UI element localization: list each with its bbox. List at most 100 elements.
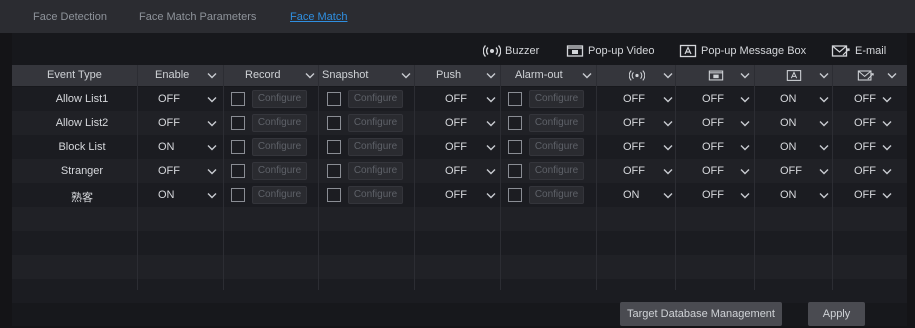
chevron-down-icon[interactable]	[663, 120, 673, 127]
snapshot-configure-button[interactable]: Configure	[348, 162, 403, 180]
popup-video-select-value[interactable]: OFF	[702, 141, 724, 153]
alarm-out-checkbox[interactable]	[508, 188, 522, 202]
enable-select-value[interactable]: ON	[158, 141, 175, 153]
chevron-down-icon[interactable]	[882, 168, 892, 175]
buzzer-select-value[interactable]: OFF	[623, 141, 645, 153]
chevron-down-icon[interactable]	[740, 72, 750, 79]
target-database-management-button[interactable]: Target Database Management	[620, 302, 782, 326]
record-configure-button[interactable]: Configure	[252, 90, 307, 108]
email-select-value[interactable]: OFF	[854, 117, 876, 129]
enable-select-value[interactable]: OFF	[158, 117, 180, 129]
record-checkbox[interactable]	[231, 116, 245, 130]
chevron-down-icon[interactable]	[819, 192, 829, 199]
chevron-down-icon[interactable]	[740, 120, 750, 127]
alarm-out-configure-button[interactable]: Configure	[529, 114, 584, 132]
chevron-down-icon[interactable]	[819, 144, 829, 151]
chevron-down-icon[interactable]	[486, 72, 496, 79]
record-configure-button[interactable]: Configure	[252, 114, 307, 132]
chevron-down-icon[interactable]	[819, 72, 829, 79]
buzzer-select-value[interactable]: OFF	[623, 93, 645, 105]
chevron-down-icon[interactable]	[486, 96, 496, 103]
apply-button[interactable]: Apply	[808, 302, 865, 326]
push-select-value[interactable]: OFF	[445, 93, 467, 105]
buzzer-select-value[interactable]: OFF	[623, 117, 645, 129]
snapshot-checkbox[interactable]	[327, 92, 341, 106]
snapshot-checkbox[interactable]	[327, 116, 341, 130]
alarm-out-checkbox[interactable]	[508, 140, 522, 154]
chevron-down-icon[interactable]	[305, 72, 315, 79]
snapshot-configure-button[interactable]: Configure	[348, 186, 403, 204]
alarm-out-configure-button[interactable]: Configure	[529, 138, 584, 156]
chevron-down-icon[interactable]	[740, 168, 750, 175]
popup-message-select-value[interactable]: ON	[780, 141, 797, 153]
chevron-down-icon[interactable]	[663, 192, 673, 199]
chevron-down-icon[interactable]	[819, 96, 829, 103]
popup-video-select-value[interactable]: OFF	[702, 165, 724, 177]
enable-select-value[interactable]: ON	[158, 189, 175, 201]
chevron-down-icon[interactable]	[207, 120, 217, 127]
snapshot-checkbox[interactable]	[327, 164, 341, 178]
record-checkbox[interactable]	[231, 164, 245, 178]
snapshot-checkbox[interactable]	[327, 188, 341, 202]
chevron-down-icon[interactable]	[882, 192, 892, 199]
alarm-out-configure-button[interactable]: Configure	[529, 186, 584, 204]
chevron-down-icon[interactable]	[663, 168, 673, 175]
popup-message-select-value[interactable]: ON	[780, 189, 797, 201]
record-configure-button[interactable]: Configure	[252, 162, 307, 180]
push-select-value[interactable]: OFF	[445, 141, 467, 153]
tab-face-match-parameters[interactable]: Face Match Parameters	[139, 11, 256, 23]
chevron-down-icon[interactable]	[582, 72, 592, 79]
email-select-value[interactable]: OFF	[854, 165, 876, 177]
chevron-down-icon[interactable]	[819, 120, 829, 127]
chevron-down-icon[interactable]	[486, 168, 496, 175]
chevron-down-icon[interactable]	[882, 144, 892, 151]
chevron-down-icon[interactable]	[663, 96, 673, 103]
chevron-down-icon[interactable]	[207, 192, 217, 199]
chevron-down-icon[interactable]	[819, 168, 829, 175]
record-configure-button[interactable]: Configure	[252, 186, 307, 204]
push-select-value[interactable]: OFF	[445, 165, 467, 177]
enable-select-value[interactable]: OFF	[158, 93, 180, 105]
popup-video-select-value[interactable]: OFF	[702, 189, 724, 201]
email-select-value[interactable]: OFF	[854, 189, 876, 201]
chevron-down-icon[interactable]	[207, 168, 217, 175]
popup-message-select-value[interactable]: ON	[780, 117, 797, 129]
alarm-out-checkbox[interactable]	[508, 164, 522, 178]
chevron-down-icon[interactable]	[207, 72, 217, 79]
tab-face-match[interactable]: Face Match	[290, 11, 347, 23]
chevron-down-icon[interactable]	[486, 144, 496, 151]
chevron-down-icon[interactable]	[882, 120, 892, 127]
record-checkbox[interactable]	[231, 188, 245, 202]
chevron-down-icon[interactable]	[740, 192, 750, 199]
snapshot-configure-button[interactable]: Configure	[348, 90, 403, 108]
chevron-down-icon[interactable]	[663, 72, 673, 79]
chevron-down-icon[interactable]	[882, 96, 892, 103]
push-select-value[interactable]: OFF	[445, 189, 467, 201]
chevron-down-icon[interactable]	[740, 144, 750, 151]
popup-message-select-value[interactable]: OFF	[780, 165, 802, 177]
push-select-value[interactable]: OFF	[445, 117, 467, 129]
popup-video-select-value[interactable]: OFF	[702, 117, 724, 129]
alarm-out-configure-button[interactable]: Configure	[529, 90, 584, 108]
alarm-out-checkbox[interactable]	[508, 116, 522, 130]
enable-select-value[interactable]: OFF	[158, 165, 180, 177]
chevron-down-icon[interactable]	[207, 96, 217, 103]
chevron-down-icon[interactable]	[486, 192, 496, 199]
snapshot-configure-button[interactable]: Configure	[348, 138, 403, 156]
email-select-value[interactable]: OFF	[854, 93, 876, 105]
alarm-out-checkbox[interactable]	[508, 92, 522, 106]
chevron-down-icon[interactable]	[663, 144, 673, 151]
buzzer-select-value[interactable]: OFF	[623, 165, 645, 177]
popup-video-select-value[interactable]: OFF	[702, 93, 724, 105]
buzzer-select-value[interactable]: ON	[623, 189, 640, 201]
email-select-value[interactable]: OFF	[854, 141, 876, 153]
chevron-down-icon[interactable]	[486, 120, 496, 127]
popup-message-select-value[interactable]: ON	[780, 93, 797, 105]
record-configure-button[interactable]: Configure	[252, 138, 307, 156]
snapshot-configure-button[interactable]: Configure	[348, 114, 403, 132]
snapshot-checkbox[interactable]	[327, 140, 341, 154]
chevron-down-icon[interactable]	[207, 144, 217, 151]
chevron-down-icon[interactable]	[887, 72, 897, 79]
chevron-down-icon[interactable]	[740, 96, 750, 103]
tab-face-detection[interactable]: Face Detection	[33, 11, 107, 23]
